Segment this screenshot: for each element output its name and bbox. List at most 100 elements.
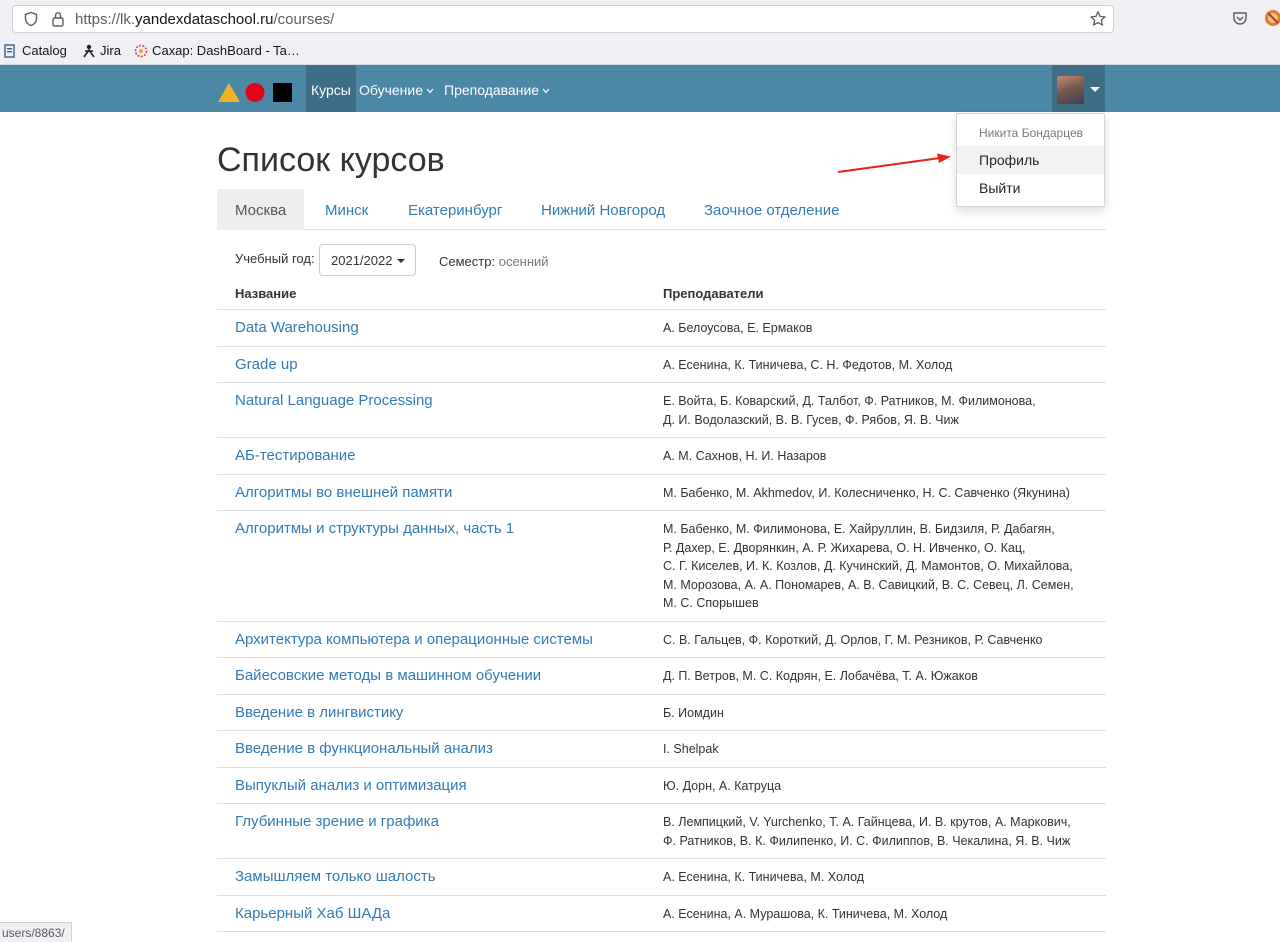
course-link[interactable]: Глубинные зрение и графика	[235, 813, 439, 830]
course-link[interactable]: Выпуклый анализ и оптимизация	[235, 777, 467, 794]
caret-down-icon	[1090, 87, 1100, 92]
lock-icon[interactable]	[51, 11, 65, 27]
nav-teaching[interactable]: Преподавание	[439, 65, 555, 112]
teachers-line: А. Есенина, К. Тиничева, С. Н. Федотов, …	[663, 357, 953, 372]
teachers-line: А. Есенина, А. Мурашова, К. Тиничева, М.…	[663, 906, 948, 921]
tab-distance-learning[interactable]: Заочное отделение	[686, 189, 857, 230]
course-link[interactable]: АБ-тестирование	[235, 447, 355, 464]
table-row: Введение в функциональный анализ I. Shelp…	[217, 730, 1106, 768]
course-link[interactable]: Архитектура компьютера и операционные си…	[235, 631, 593, 648]
course-link[interactable]: Байесовские методы в машинном обучении	[235, 667, 541, 684]
tab-nizhny-novgorod[interactable]: Нижний Новгород	[523, 189, 683, 230]
extension-icon[interactable]	[1264, 9, 1280, 27]
chevron-down-icon	[542, 88, 550, 94]
course-link[interactable]: Алгоритмы и структуры данных, часть 1	[235, 520, 514, 537]
url-text: https://lk.yandexdataschool.ru/courses/	[75, 11, 335, 28]
course-teachers-cell: М. Бабенко, М. Филимонова, Е. Хайруллин,…	[645, 510, 1106, 622]
course-link[interactable]: Natural Language Processing	[235, 392, 433, 409]
sakhar-icon	[134, 44, 148, 57]
teachers-line: А. Есенина, К. Тиничева, М. Холод	[663, 870, 865, 884]
bookmark-catalog[interactable]: Catalog	[4, 43, 67, 58]
table-row: АБ-тестирование А. М. Сахнов, Н. И. Назар…	[217, 437, 1106, 475]
table-row: Natural Language Processing Е. Войта, Б. …	[217, 382, 1106, 438]
course-teachers-cell: А. Есенина, А. Мурашова, К. Тиничева, М.…	[645, 895, 1106, 932]
teachers-line: Д. И. Водолазский, В. В. Гусев, Ф. Рябов…	[663, 412, 959, 427]
table-row: Введение в лингвистику Б. Иомдин	[217, 694, 1106, 731]
year-select[interactable]: 2021/2022	[319, 244, 416, 276]
course-link[interactable]: Алгоритмы во внешней памяти	[235, 484, 452, 501]
annotation-arrow-icon	[837, 153, 951, 173]
bookmark-star-icon[interactable]	[1089, 10, 1107, 28]
caret-down-icon	[397, 259, 405, 263]
nav-courses[interactable]: Курсы	[306, 65, 356, 112]
address-bar[interactable]: https://lk.yandexdataschool.ru/courses/	[12, 5, 1114, 33]
course-teachers-cell: А. Есенина, К. Тиничева, М. Холод	[645, 858, 1106, 896]
course-teachers-cell: А. Есенина, К. Тиничева, С. Н. Федотов, …	[645, 346, 1106, 383]
semester-info: Семестр: осенний	[439, 254, 549, 269]
course-name-cell: Выпуклый анализ и оптимизация	[217, 767, 645, 804]
bookmark-jira[interactable]: Jira	[82, 43, 121, 58]
course-name-cell: Замышляем только шалость	[217, 858, 645, 896]
user-menu-toggle[interactable]	[1052, 65, 1105, 112]
table-row: Глубинные зрение и графика В. Лемпицкий, …	[217, 803, 1106, 859]
course-teachers-cell: М. Бабенко, М. Akhmedov, И. Колесниченко…	[645, 474, 1106, 511]
column-header-name: Название	[217, 276, 645, 310]
tab-ekaterinburg[interactable]: Екатеринбург	[390, 189, 520, 230]
table-row: Архитектура компьютера и операционные си…	[217, 621, 1106, 658]
teachers-line: Е. Войта, Б. Коварский, Д. Талбот, Ф. Ра…	[663, 394, 1036, 408]
course-name-cell: Natural Language Processing	[217, 382, 645, 438]
teachers-line: Ю. Дорн, А. Катруца	[663, 778, 782, 793]
city-tabs: Москва Минск Екатеринбург Нижний Новгоро…	[217, 189, 1106, 230]
course-teachers-cell: С. В. Гальцев, Ф. Короткий, Д. Орлов, Г.…	[645, 621, 1106, 658]
chevron-down-icon	[426, 88, 434, 94]
course-link[interactable]: Введение в функциональный анализ	[235, 740, 493, 757]
teachers-line: Ф. Ратников, В. К. Филипенко, И. С. Фили…	[663, 833, 1071, 848]
course-link[interactable]: Grade up	[235, 356, 298, 373]
course-link[interactable]: Замышляем только шалость	[235, 868, 436, 885]
teachers-line: Б. Иомдин	[663, 705, 724, 720]
teachers-line: В. Лемпицкий, V. Yurchenko, Т. А. Гайнце…	[663, 815, 1071, 829]
course-teachers-cell: Е. Войта, Б. Коварский, Д. Талбот, Ф. Ра…	[645, 382, 1106, 438]
teachers-line: С. В. Гальцев, Ф. Короткий, Д. Орлов, Г.…	[663, 632, 1043, 647]
catalog-icon	[4, 43, 15, 58]
courses-table: Название Преподаватели Data Warehousing А…	[217, 276, 1106, 932]
bookmark-sakhar[interactable]: Сахар: DashBoard - Ta…	[134, 43, 300, 58]
shad-logo-icon[interactable]	[217, 81, 293, 103]
teachers-line: А. М. Сахнов, Н. И. Назаров	[663, 449, 827, 463]
course-teachers-cell: I. Shelpak	[645, 730, 1106, 768]
course-name-cell: Архитектура компьютера и операционные си…	[217, 621, 645, 658]
table-row: Алгоритмы и структуры данных, часть 1 М. …	[217, 510, 1106, 622]
avatar	[1057, 76, 1084, 104]
pocket-icon[interactable]	[1232, 10, 1248, 26]
tab-minsk[interactable]: Минск	[307, 189, 386, 230]
teachers-line: I. Shelpak	[663, 742, 719, 756]
course-link[interactable]: Карьерный Хаб ШАДа	[235, 905, 390, 922]
table-row: Алгоритмы во внешней памяти М. Бабенко, М…	[217, 474, 1106, 511]
course-name-cell: Карьерный Хаб ШАДа	[217, 895, 645, 932]
site-navbar: Курсы Обучение Преподавание	[0, 65, 1280, 112]
teachers-line: А. Белоусова, Е. Ермаков	[663, 321, 813, 335]
course-link[interactable]: Введение в лингвистику	[235, 704, 403, 721]
courses-table-body: Data Warehousing А. Белоусова, Е. Ермаков…	[217, 309, 1106, 932]
table-row: Байесовские методы в машинном обучении Д.…	[217, 657, 1106, 695]
course-teachers-cell: Ю. Дорн, А. Катруца	[645, 767, 1106, 804]
dropdown-profile[interactable]: Профиль	[957, 146, 1104, 174]
nav-study[interactable]: Обучение	[354, 65, 439, 112]
teachers-line: М. Морозова, А. А. Пономарев, А. В. Сави…	[663, 577, 1074, 592]
course-name-cell: АБ-тестирование	[217, 437, 645, 475]
course-link[interactable]: Data Warehousing	[235, 319, 359, 336]
table-row: Карьерный Хаб ШАДа А. Есенина, А. Мурашов…	[217, 895, 1106, 932]
year-select-value: 2021/2022	[331, 253, 393, 268]
course-teachers-cell: Д. П. Ветров, М. С. Кодрян, Е. Лобачёва,…	[645, 657, 1106, 695]
shield-icon[interactable]	[23, 11, 39, 27]
course-teachers-cell: Б. Иомдин	[645, 694, 1106, 731]
table-row: Grade up А. Есенина, К. Тиничева, С. Н. Ф…	[217, 346, 1106, 383]
course-name-cell: Алгоритмы во внешней памяти	[217, 474, 645, 511]
filters-bar: Учебный год: 2021/2022 Семестр: осенний	[235, 244, 835, 276]
year-label: Учебный год:	[235, 251, 315, 266]
table-row: Выпуклый анализ и оптимизация Ю. Дорн, А.…	[217, 767, 1106, 804]
dropdown-user-name: Никита Бондарцев	[979, 126, 1084, 140]
teachers-line: С. Г. Киселев, И. К. Козлов, Д. Кучински…	[663, 559, 1073, 573]
bookmarks-toolbar: Catalog Jira Сахар: DashBoard - Ta…	[0, 38, 1280, 65]
tab-moscow[interactable]: Москва	[217, 189, 305, 230]
